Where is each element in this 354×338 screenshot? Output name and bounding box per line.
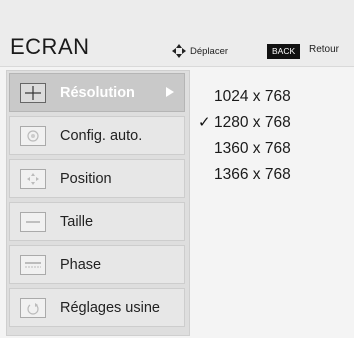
auto-config-icon [20, 125, 46, 146]
menu-item-label: Config. auto. [60, 127, 143, 144]
menu-item-label: Réglages usine [60, 299, 160, 316]
move-hint-label: Déplacer [190, 45, 229, 57]
option-label: 1360 x 768 [214, 140, 291, 157]
phase-icon [20, 254, 46, 275]
osd-screen: ECRAN Déplacer BACK Retour Résolution Co… [0, 0, 354, 338]
option-label: 1024 x 768 [214, 88, 291, 105]
factory-reset-icon [20, 297, 46, 318]
menu-item-label: Position [60, 170, 112, 187]
back-hint-label: Retour [309, 44, 340, 55]
resolution-option-selected[interactable]: ✓ 1280 x 768 [196, 110, 346, 136]
move-hint: Déplacer [172, 44, 228, 58]
back-key-badge: BACK [267, 44, 301, 59]
menu-item-size[interactable]: Taille [9, 202, 185, 241]
menu-item-position[interactable]: Position [9, 159, 185, 198]
resolution-icon [20, 82, 46, 103]
resolution-options-list: 1024 x 768 ✓ 1280 x 768 1360 x 768 1366 … [196, 84, 346, 188]
option-label: 1280 x 768 [214, 114, 291, 131]
resolution-option[interactable]: 1366 x 768 [196, 162, 346, 188]
menu-item-factory-reset[interactable]: Réglages usine [9, 288, 185, 327]
settings-menu: Résolution Config. auto. Position Taille… [6, 70, 190, 336]
resolution-option[interactable]: 1360 x 768 [196, 136, 346, 162]
position-icon [20, 168, 46, 189]
header-bar: ECRAN Déplacer BACK Retour [0, 0, 354, 67]
size-icon [20, 211, 46, 232]
checkmark-icon: ✓ [198, 114, 211, 131]
page-title: ECRAN [10, 34, 90, 59]
resolution-option[interactable]: 1024 x 768 [196, 84, 346, 110]
menu-item-label: Phase [60, 256, 102, 273]
menu-item-label: Taille [60, 213, 94, 230]
menu-item-label: Résolution [60, 84, 135, 101]
menu-item-resolution[interactable]: Résolution [9, 73, 185, 112]
move-arrows-icon [172, 44, 186, 58]
option-label: 1366 x 768 [214, 166, 291, 183]
menu-item-phase[interactable]: Phase [9, 245, 185, 284]
submenu-arrow-icon [166, 87, 174, 97]
menu-item-auto-config[interactable]: Config. auto. [9, 116, 185, 155]
